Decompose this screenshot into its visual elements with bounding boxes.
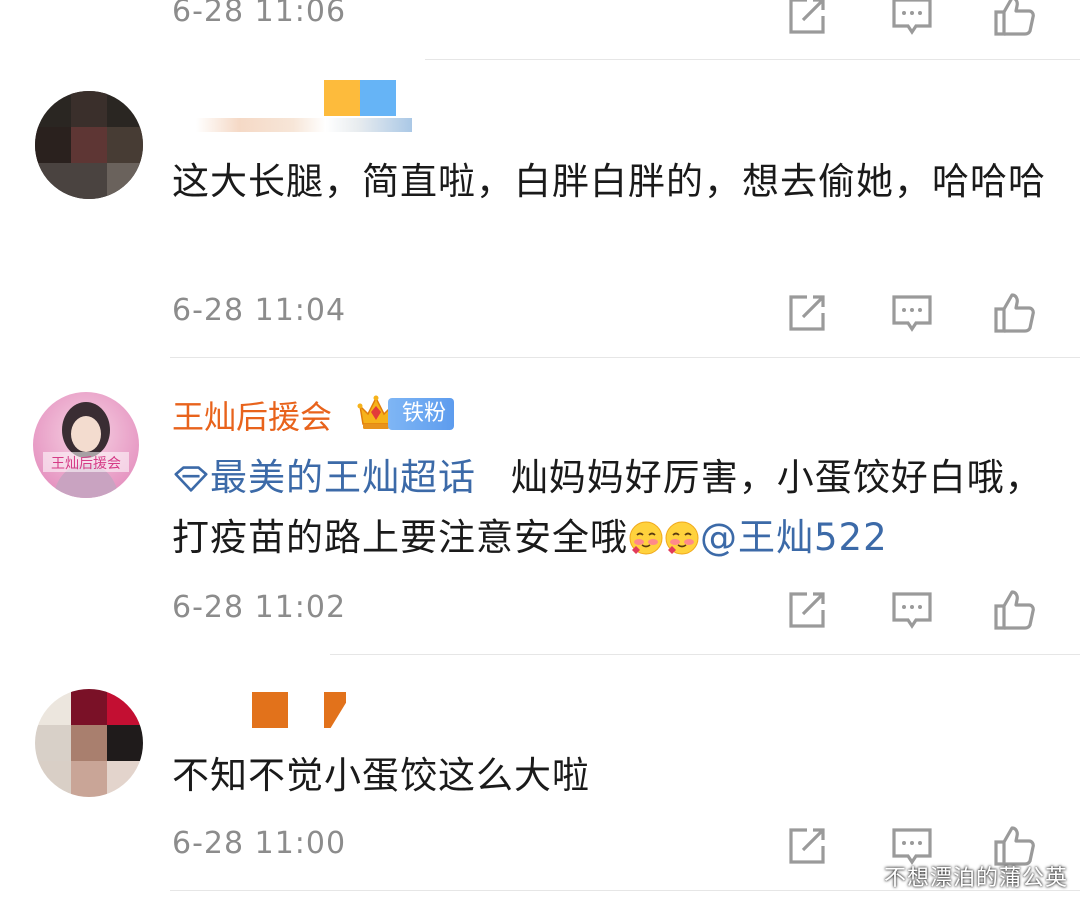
mention-link[interactable]: @王灿522 (700, 516, 888, 559)
divider (425, 59, 1080, 60)
divider (330, 654, 1080, 655)
avatar[interactable] (35, 91, 143, 199)
comment-actions (780, 588, 1050, 632)
comment-text: 最美的王灿超话 灿妈妈好厉害，小蛋饺好白哦，打疫苗的路上要注意安全哦 @王灿522 (172, 448, 1052, 568)
blush-emoji-icon (629, 521, 663, 555)
username-mosaic (196, 118, 412, 132)
comment-icon[interactable] (890, 291, 934, 335)
comment-time: 6-28 11:06 (172, 0, 347, 29)
divider (170, 357, 1080, 358)
thumbs-up-icon[interactable] (992, 291, 1036, 335)
avatar[interactable] (35, 689, 143, 797)
comment-actions (780, 0, 1050, 38)
username-mosaic (324, 692, 346, 728)
avatar[interactable]: 王灿后援会 (33, 392, 139, 498)
comment-time: 6-28 11:04 (172, 293, 347, 328)
comment-time: 6-28 11:00 (172, 826, 347, 861)
topic-text[interactable]: 最美的王灿超话 (210, 456, 476, 499)
thumbs-up-icon[interactable] (992, 588, 1036, 632)
username-mosaic (324, 80, 360, 116)
diamond-topic-icon (174, 466, 208, 492)
share-icon[interactable] (785, 0, 829, 38)
fan-badge: 铁粉 (388, 398, 455, 430)
share-icon[interactable] (785, 291, 829, 335)
comment-time: 6-28 11:02 (172, 590, 347, 625)
share-icon[interactable] (785, 588, 829, 632)
comment-author[interactable]: 王灿后援会 (172, 397, 332, 437)
comment-list: 6-28 11:06 这大长腿，简直啦，白胖白胖的，想去偷她，哈哈哈 6-28 … (0, 0, 1080, 902)
comment-actions (780, 291, 1050, 335)
comment-icon[interactable] (890, 0, 934, 38)
comment-icon[interactable] (890, 588, 934, 632)
username-mosaic (252, 692, 288, 728)
comment-text: 不知不觉小蛋饺这么大啦 (172, 754, 590, 797)
comment-text: 这大长腿，简直啦，白胖白胖的，想去偷她，哈哈哈 (172, 160, 1046, 203)
blush-emoji-icon (665, 521, 699, 555)
topic-link[interactable]: 最美的王灿超话 (172, 456, 476, 499)
username-mosaic (360, 80, 396, 116)
avatar-caption: 王灿后援会 (51, 456, 121, 472)
watermark-text: 不想漂泊的蒲公英 (883, 866, 1068, 891)
share-icon[interactable] (785, 824, 829, 868)
thumbs-up-icon[interactable] (992, 0, 1036, 38)
